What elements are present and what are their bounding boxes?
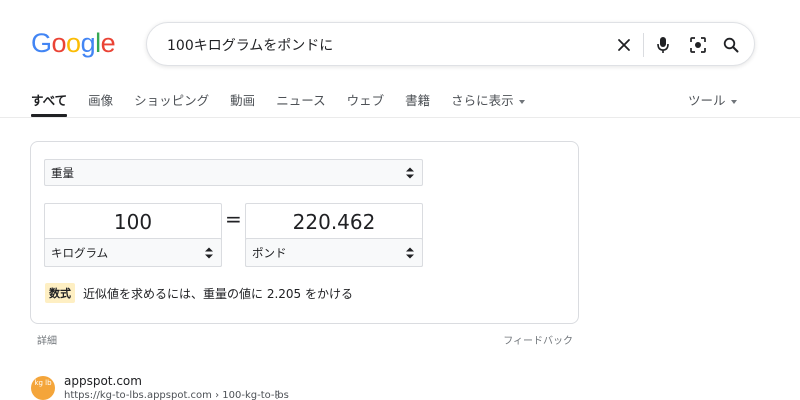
quantity-select[interactable]: 重量 (44, 159, 423, 186)
quantity-label: 重量 (51, 165, 74, 180)
tab-web[interactable]: ウェブ (347, 90, 385, 117)
updown-arrows-icon (205, 247, 213, 258)
search-tabs: すべて 画像 ショッピング 動画 ニュース ウェブ 書籍 さらに表示 (31, 90, 546, 117)
from-value-input[interactable]: 100 (45, 210, 221, 234)
tab-images[interactable]: 画像 (88, 90, 113, 117)
site-favicon: kg lb (31, 376, 55, 400)
tab-news[interactable]: ニュース (276, 90, 325, 117)
chevron-down-icon (518, 99, 525, 104)
chevron-down-icon (730, 99, 737, 104)
tools-button[interactable]: ツール (688, 90, 737, 109)
logo-letter-e: e (100, 28, 116, 58)
formula-badge: 数式 (45, 283, 75, 303)
to-unit-box: 220.462 ポンド (245, 203, 423, 267)
more-options-icon[interactable]: ⋮ (272, 390, 282, 400)
lens-icon[interactable] (687, 34, 709, 56)
updown-arrows-icon (406, 247, 414, 258)
result-site-name[interactable]: appspot.com (64, 374, 142, 388)
details-link[interactable]: 詳細 (37, 332, 57, 347)
search-divider (643, 33, 644, 57)
google-logo[interactable]: Google (31, 28, 116, 59)
result-url[interactable]: https://kg-to-lbs.appspot.com › 100-kg-t… (64, 390, 289, 400)
feedback-link[interactable]: フィードバック (503, 332, 573, 347)
logo-letter-g2: g (80, 28, 96, 58)
formula-row: 数式 近似値を求めるには、重量の値に 2.205 をかける (45, 283, 353, 303)
updown-arrows-icon (406, 167, 414, 178)
from-unit-box: 100 キログラム (44, 203, 222, 267)
to-unit-label: ポンド (252, 245, 287, 260)
close-icon[interactable] (613, 34, 635, 56)
mic-icon[interactable] (652, 34, 674, 56)
logo-letter-g: G (31, 28, 52, 58)
to-value-input[interactable]: 220.462 (246, 210, 422, 234)
search-bar[interactable]: 100キログラムをポンドに (146, 22, 755, 66)
equals-sign: = (225, 207, 242, 231)
tab-more-label: さらに表示 (451, 93, 514, 108)
tab-videos[interactable]: 動画 (230, 90, 255, 117)
search-icon[interactable] (720, 34, 742, 56)
tab-books[interactable]: 書籍 (405, 90, 430, 117)
tools-label: ツール (688, 93, 726, 108)
formula-text: 近似値を求めるには、重量の値に 2.205 をかける (83, 286, 353, 301)
to-unit-select[interactable]: ポンド (245, 238, 423, 267)
from-unit-select[interactable]: キログラム (44, 238, 222, 267)
tab-more[interactable]: さらに表示 (451, 90, 525, 117)
logo-letter-o2: o (66, 28, 81, 58)
logo-letter-o1: o (51, 28, 67, 58)
tab-all[interactable]: すべて (31, 90, 68, 117)
header-divider (0, 117, 800, 118)
search-input[interactable]: 100キログラムをポンドに (167, 35, 333, 55)
tab-shopping[interactable]: ショッピング (134, 90, 209, 117)
from-unit-label: キログラム (51, 245, 109, 260)
